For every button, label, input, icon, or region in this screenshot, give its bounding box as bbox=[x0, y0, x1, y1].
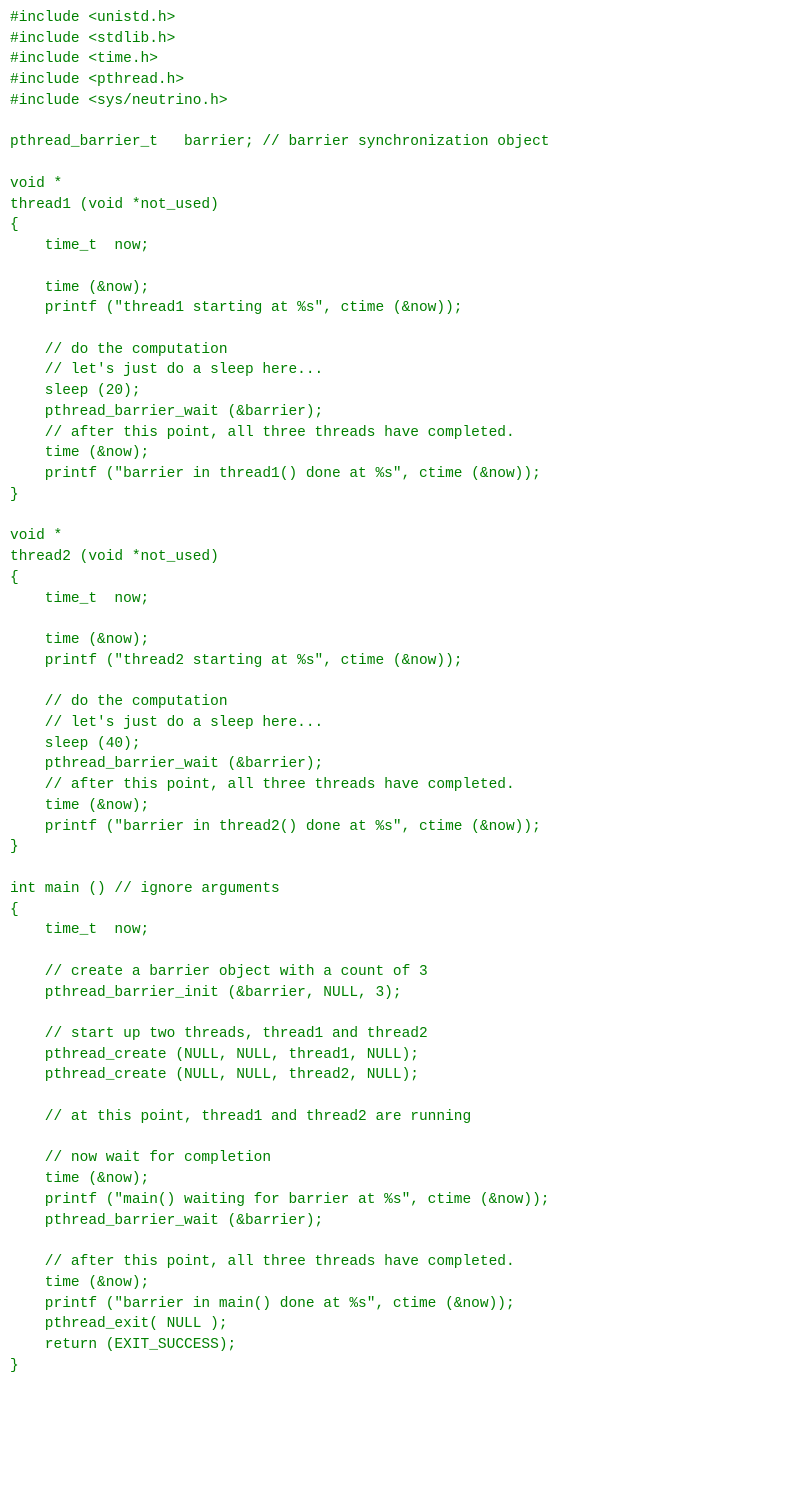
code-block: #include <unistd.h> #include <stdlib.h> … bbox=[0, 0, 801, 1384]
